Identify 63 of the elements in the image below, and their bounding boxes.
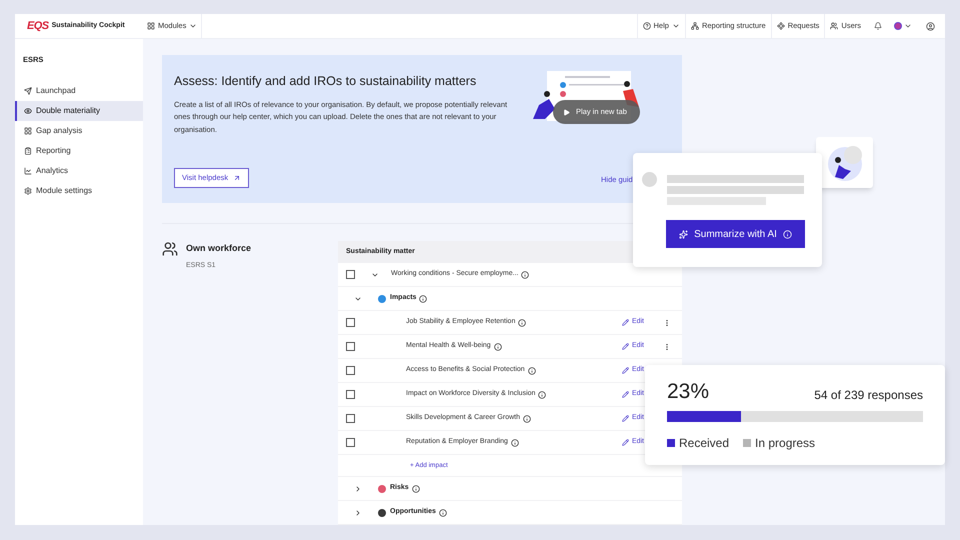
- bell-icon[interactable]: [874, 22, 882, 30]
- sidebar-item[interactable]: Analytics: [15, 161, 143, 182]
- send-icon: [24, 87, 32, 96]
- info-icon[interactable]: [538, 390, 546, 398]
- logo: EQS: [27, 18, 49, 34]
- sidebar-item[interactable]: Module settings: [15, 181, 143, 202]
- sidebar-item[interactable]: Reporting: [15, 141, 143, 162]
- response-count: 54 of 239 responses: [814, 387, 923, 404]
- checkbox[interactable]: [346, 318, 355, 327]
- users-icon: [830, 22, 838, 30]
- expand-toggle[interactable]: [354, 484, 362, 492]
- summarize-button[interactable]: Summarize with AI: [666, 220, 805, 248]
- info-icon[interactable]: [521, 270, 530, 278]
- percent-value: 23%: [667, 380, 710, 404]
- pencil-icon: [622, 415, 629, 422]
- language-menu[interactable]: [894, 22, 912, 30]
- info-icon[interactable]: [518, 318, 526, 326]
- chevron-down-icon: [672, 22, 680, 30]
- info-icon[interactable]: [494, 342, 502, 350]
- pencil-icon: [622, 439, 629, 446]
- help-icon: [642, 22, 650, 30]
- chevron-down-icon: [904, 22, 912, 30]
- info-icon[interactable]: [510, 438, 519, 446]
- section-title: Own workforce: [186, 242, 252, 255]
- sidebar-item[interactable]: Double materiality: [15, 101, 143, 122]
- checkbox[interactable]: [346, 414, 355, 423]
- sidebar-item[interactable]: Launchpad: [15, 81, 143, 102]
- info-icon[interactable]: [523, 414, 531, 422]
- avatar-placeholder: [642, 172, 657, 187]
- user-icon[interactable]: [926, 22, 935, 30]
- info-icon: [782, 230, 792, 238]
- grid-icon: [147, 22, 155, 30]
- guide-title: Assess: Identify and add IROs to sustainability matters: [174, 73, 478, 90]
- info-icon[interactable]: [419, 294, 428, 302]
- pencil-icon: [622, 367, 629, 374]
- gear-icon: [24, 187, 32, 196]
- legend-label: Received: [679, 435, 730, 452]
- play-icon: [563, 108, 570, 116]
- pencil-icon: [622, 319, 629, 326]
- sidebar-item[interactable]: Gap analysis: [15, 121, 143, 142]
- pencil-icon: [622, 343, 629, 350]
- legend-label: In progress: [755, 435, 816, 452]
- clipboard-icon: [24, 147, 32, 156]
- checkbox[interactable]: [346, 438, 355, 447]
- external-link-icon: [233, 174, 242, 182]
- chevron-down-icon: [189, 22, 198, 30]
- people-icon: [162, 241, 178, 257]
- info-icon[interactable]: [528, 366, 536, 374]
- checkbox[interactable]: [346, 366, 355, 375]
- checkbox[interactable]: [346, 342, 355, 351]
- eye-icon: [24, 107, 32, 116]
- requests-icon: [776, 22, 785, 30]
- checkbox[interactable]: [346, 270, 355, 279]
- checkbox[interactable]: [346, 390, 355, 399]
- expand-toggle[interactable]: [354, 508, 362, 516]
- sparkle-icon: [679, 230, 688, 238]
- hierarchy-icon: [690, 22, 699, 30]
- grid-icon: [24, 127, 32, 136]
- info-icon[interactable]: [438, 508, 447, 516]
- chart-icon: [24, 167, 32, 176]
- pencil-icon: [622, 391, 629, 398]
- info-icon[interactable]: [412, 484, 420, 492]
- flag-icon: [894, 22, 902, 30]
